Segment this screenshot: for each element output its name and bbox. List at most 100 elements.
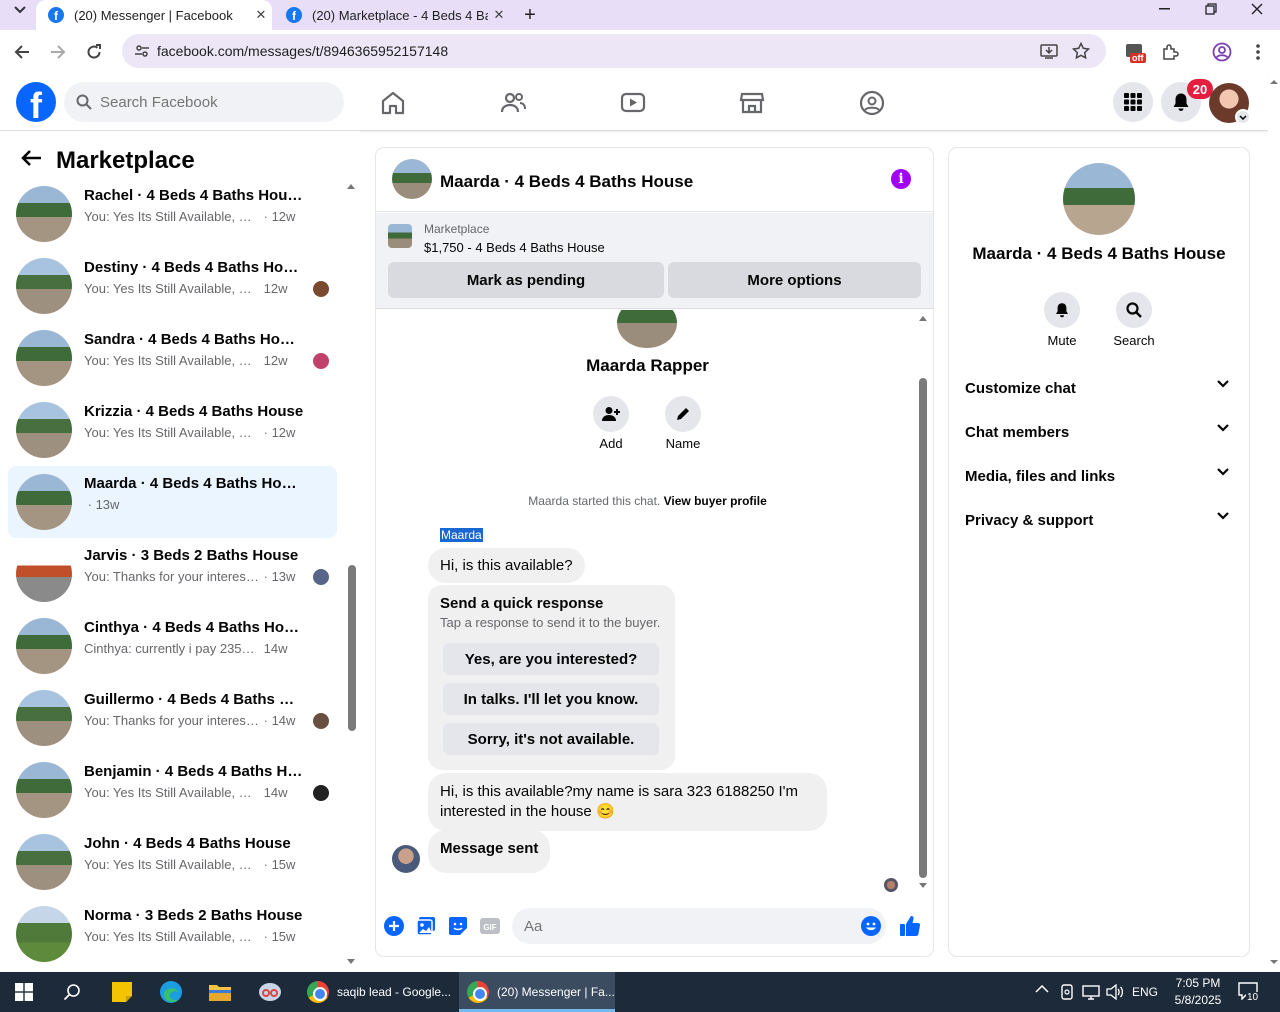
volume-icon[interactable] [1106,984,1124,1000]
profile-icon[interactable] [1210,40,1234,64]
chat-house-avatar[interactable] [392,159,432,199]
windows-start-icon[interactable] [4,976,44,1008]
groups-icon[interactable] [852,83,892,123]
home-icon[interactable] [373,83,413,123]
friends-icon[interactable] [493,83,533,123]
buyer-small-avatar[interactable] [392,845,420,873]
clock-date[interactable]: 5/8/2025 [1170,993,1226,1007]
menu-kebab-icon[interactable] [1246,40,1270,64]
conversation-row[interactable]: Cinthya · 4 Beds 4 Baths House Cinthya: c… [8,610,337,682]
conversation-list-scrollbar-thumb[interactable] [348,565,356,731]
details-section-row[interactable]: Privacy & support [965,500,1237,540]
sticker-icon[interactable] [447,915,469,937]
photo-gallery-icon[interactable] [415,915,437,937]
page-scrollbar[interactable] [1268,78,1280,968]
account-dropdown-chevron-icon[interactable] [1235,109,1251,125]
scroll-down-arrow-icon[interactable] [346,958,356,966]
read-receipt-avatar [313,281,329,297]
close-window-icon[interactable] [1234,0,1280,18]
details-section-row[interactable]: Customize chat [965,368,1237,408]
close-tab-icon[interactable]: ✕ [250,7,272,23]
device-icon[interactable] [1060,984,1074,1000]
conversation-row[interactable]: Norma · 3 Beds 2 Baths House You: Yes Its… [8,898,337,970]
message-bubble[interactable]: Hi, is this available? [428,548,585,583]
install-app-icon[interactable] [1040,42,1058,60]
browser-tab-marketplace[interactable]: f (20) Marketplace - 4 Beds 4 Baths ✕ [274,0,510,30]
taskbar-app-chrome-messenger[interactable]: (20) Messenger | Fa... [459,972,615,1012]
edit-pencil-icon[interactable] [665,396,701,432]
new-tab-button[interactable]: + [516,0,544,30]
file-explorer-icon[interactable] [200,976,240,1008]
read-receipt-avatar [313,353,329,369]
watch-video-icon[interactable] [613,83,653,123]
message-bubble[interactable]: Message sent [428,830,551,873]
details-section-row[interactable]: Media, files and links [965,456,1237,496]
reload-icon[interactable] [82,40,106,64]
conversation-row[interactable]: Destiny · 4 Beds 4 Baths House You: Yes I… [8,250,337,322]
taskbar-app-chrome-saqib[interactable]: saqib lead - Google... [299,972,457,1012]
scroll-up-arrow-icon[interactable] [346,182,356,190]
network-icon[interactable] [1082,984,1100,1000]
more-options-button[interactable]: More options [668,262,921,298]
back-arrow-icon[interactable] [20,149,42,167]
menu-grid-icon[interactable] [1113,82,1153,122]
tab-search-dropdown-icon[interactable] [8,0,32,20]
search-in-chat-icon[interactable] [1116,292,1152,328]
forward-icon[interactable] [46,40,70,64]
quick-response-in-talks-button[interactable]: In talks. I'll let you know. [443,683,659,715]
facebook-search-box[interactable] [64,82,344,122]
message-input[interactable] [512,908,886,944]
back-icon[interactable] [10,40,34,64]
minimize-icon[interactable] [1141,0,1187,18]
buyer-profile-photo[interactable] [617,310,677,348]
site-settings-icon[interactable] [134,43,150,59]
edge-browser-icon[interactable] [151,976,191,1008]
thumbs-up-like-icon[interactable] [899,915,921,937]
chat-title[interactable]: Maarda · 4 Beds 4 Baths House [440,172,693,192]
extensions-puzzle-icon[interactable] [1158,40,1182,64]
quick-response-not-available-button[interactable]: Sorry, it's not available. [443,723,659,755]
marketplace-store-icon[interactable] [732,83,772,123]
taskbar-search-icon[interactable] [52,976,92,1008]
thread-scroll-down-icon[interactable] [918,882,928,890]
plus-circle-icon[interactable] [383,915,405,937]
show-hidden-icons-chevron-icon[interactable] [1035,985,1049,993]
facebook-logo[interactable]: f [16,82,56,122]
info-icon[interactable]: i [891,169,911,189]
details-house-avatar[interactable] [1063,163,1135,235]
message-bubble[interactable]: Hi, is this available?my name is sara 32… [428,773,827,831]
snipping-tool-icon[interactable] [250,976,290,1008]
browser-tab-messenger[interactable]: f (20) Messenger | Facebook ✕ [36,0,272,30]
mark-as-pending-button[interactable]: Mark as pending [388,262,664,298]
mute-bell-icon[interactable] [1044,292,1080,328]
conversation-row[interactable]: Maarda · 4 Beds 4 Baths House · 13w [8,466,337,538]
search-input[interactable] [100,82,330,122]
restore-icon[interactable] [1188,0,1234,18]
close-tab-icon[interactable]: ✕ [488,7,510,23]
conversation-row[interactable]: Sandra · 4 Beds 4 Baths House You: Yes It… [8,322,337,394]
conversation-row[interactable]: Rachel · 4 Beds 4 Baths House You: Yes It… [8,178,337,250]
sticky-notes-icon[interactable] [102,976,142,1008]
extension-icon[interactable]: off [1122,40,1146,64]
address-bar[interactable]: facebook.com/messages/t/8946365952157148 [122,34,1106,68]
clock-time[interactable]: 7:05 PM [1170,976,1226,990]
conversation-row[interactable]: Jarvis · 3 Beds 2 Baths House You: Thanks… [8,538,337,610]
details-section-row[interactable]: Chat members [965,412,1237,452]
add-person-icon[interactable] [593,396,629,432]
listing-thumbnail[interactable] [388,224,412,248]
thread-scrollbar-thumb[interactable] [919,378,927,878]
conversation-row[interactable]: John · 4 Beds 4 Baths House You: Yes Its … [8,826,337,898]
conversation-row[interactable]: Guillermo · 4 Beds 4 Baths Ho... You: Tha… [8,682,337,754]
chevron-down-icon [1217,380,1229,388]
view-buyer-profile-link[interactable]: View buyer profile [664,494,767,508]
thread-scroll-up-icon[interactable] [918,314,928,322]
quick-response-yes-button[interactable]: Yes, are you interested? [443,643,659,675]
conversation-preview: You: Thanks for your interest in... · 14… [84,713,295,728]
conversation-row[interactable]: Krizzia · 4 Beds 4 Baths House You: Yes I… [8,394,337,466]
listing-price-title[interactable]: $1,750 - 4 Beds 4 Baths House [424,240,605,255]
emoji-icon[interactable] [860,915,882,937]
input-language[interactable]: ENG [1132,985,1158,999]
bookmark-star-icon[interactable] [1072,42,1090,60]
conversation-row[interactable]: Benjamin · 4 Beds 4 Baths Ho... You: Yes … [8,754,337,826]
gif-icon[interactable]: GIF [479,915,501,937]
